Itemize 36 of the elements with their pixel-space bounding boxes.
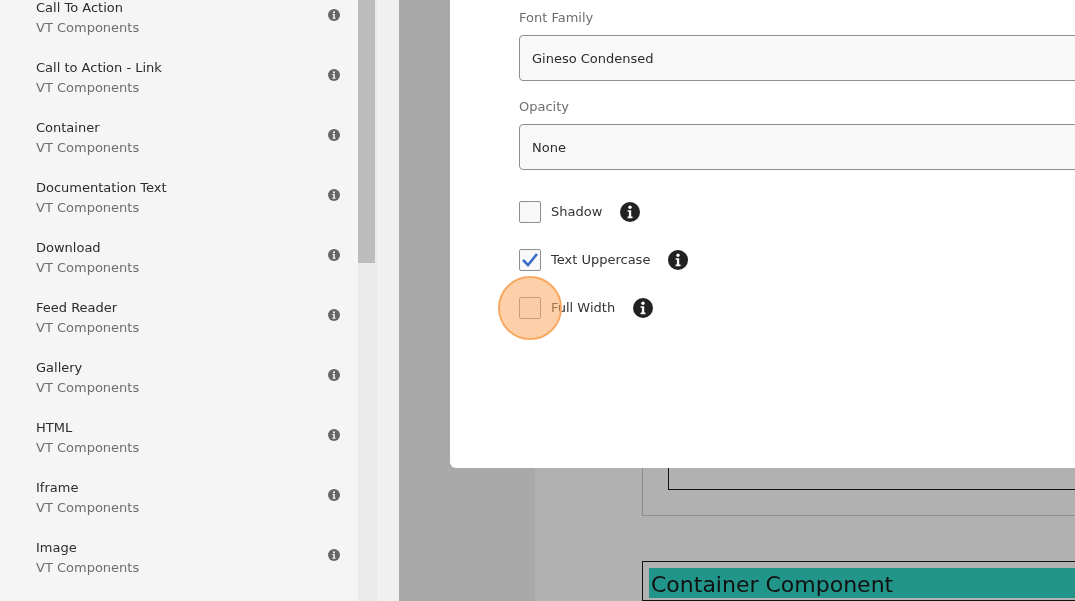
select-field[interactable]: None bbox=[519, 124, 1075, 170]
scrollbar-thumb[interactable] bbox=[358, 0, 375, 263]
component-group: VT Components bbox=[36, 558, 140, 578]
info-icon[interactable] bbox=[633, 298, 654, 318]
component-name[interactable]: Iframe bbox=[36, 478, 140, 498]
info-icon[interactable] bbox=[620, 202, 641, 222]
field-label: Font Family bbox=[519, 9, 595, 27]
component-name[interactable]: Download bbox=[36, 238, 140, 258]
component-group: VT Components bbox=[36, 78, 162, 98]
component-group: VT Components bbox=[36, 318, 140, 338]
checkbox-label: Text Uppercase bbox=[551, 251, 651, 270]
component-group: VT Components bbox=[36, 438, 140, 458]
component-name[interactable]: HTML bbox=[36, 418, 140, 438]
checkbox[interactable] bbox=[519, 201, 541, 223]
checkmark-icon bbox=[521, 252, 539, 268]
component-name[interactable]: Call to Action - Link bbox=[36, 58, 162, 78]
info-icon[interactable] bbox=[668, 250, 689, 270]
select-field[interactable]: Gineso Condensed bbox=[519, 35, 1075, 81]
scrollbar[interactable] bbox=[358, 0, 377, 601]
checkbox-label: Shadow bbox=[551, 203, 603, 222]
component-group: VT Components bbox=[36, 258, 140, 278]
component-title: Container Component bbox=[649, 568, 1075, 598]
component-group: VT Components bbox=[36, 378, 140, 398]
field-label: Opacity bbox=[519, 98, 570, 116]
component-name[interactable]: Image bbox=[36, 538, 140, 558]
component-name[interactable]: Documentation Text bbox=[36, 178, 167, 198]
component-name[interactable]: Call To Action bbox=[36, 0, 140, 18]
component-group: VT Components bbox=[36, 198, 167, 218]
checkbox[interactable] bbox=[519, 249, 541, 271]
checkbox[interactable] bbox=[519, 297, 541, 319]
component-group: VT Components bbox=[36, 498, 140, 518]
component-name[interactable]: Container bbox=[36, 118, 140, 138]
component-group: VT Components bbox=[36, 138, 140, 158]
component-name[interactable]: Feed Reader bbox=[36, 298, 140, 318]
component-name[interactable]: Gallery bbox=[36, 358, 140, 378]
component-group: VT Components bbox=[36, 18, 140, 38]
